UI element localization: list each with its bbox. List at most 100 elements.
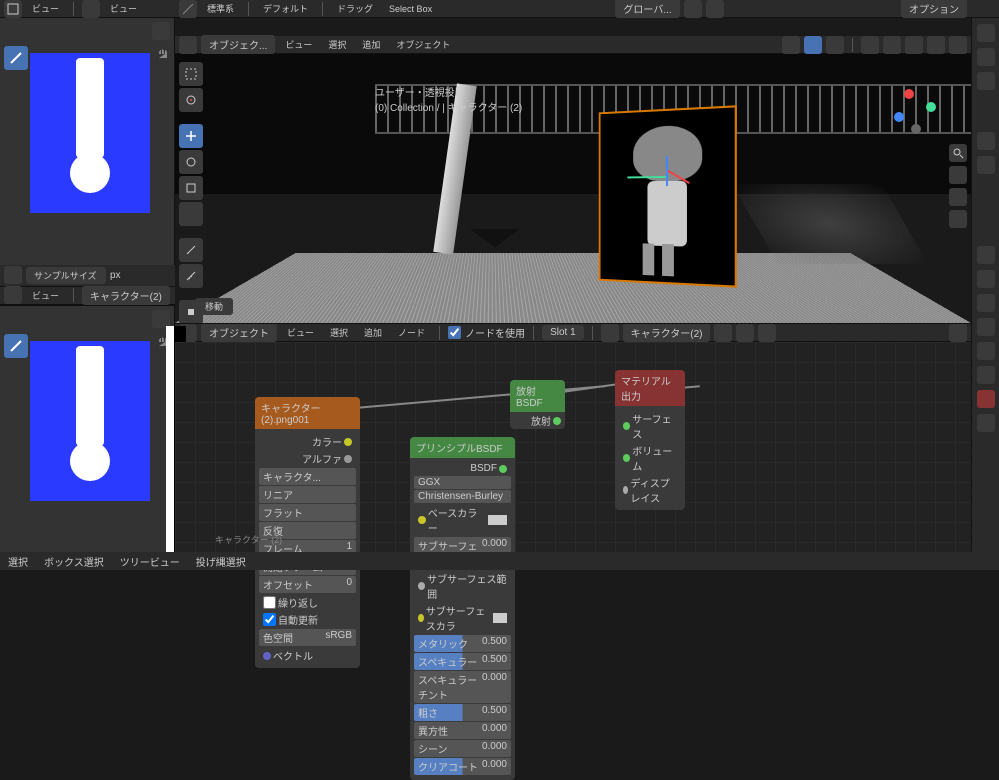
editor-type-icon-3[interactable] xyxy=(4,286,22,304)
image-selector[interactable]: キャラクター(2) xyxy=(82,286,170,305)
mat-unlink-icon[interactable] xyxy=(758,324,776,342)
tab-particle-icon[interactable] xyxy=(977,294,995,312)
zoom-icon[interactable] xyxy=(949,144,967,162)
hand-icon[interactable] xyxy=(156,46,170,63)
camera-view-icon[interactable] xyxy=(949,188,967,206)
select-vis-icon[interactable] xyxy=(782,36,800,54)
menu-view2[interactable]: ビュー xyxy=(104,0,143,17)
tool-select[interactable] xyxy=(179,62,203,86)
mat-new-icon[interactable] xyxy=(714,324,732,342)
tab-output-icon[interactable] xyxy=(977,48,995,66)
bsdf-aniso[interactable]: 異方性0.000 xyxy=(414,722,511,739)
mat-copy-icon[interactable] xyxy=(736,324,754,342)
tex-auto[interactable] xyxy=(263,613,276,626)
shading-matprev-icon[interactable] xyxy=(927,36,945,54)
tool-annotate[interactable] xyxy=(179,238,203,262)
tab-physics-icon[interactable] xyxy=(977,318,995,336)
tab-material-icon[interactable] xyxy=(977,390,995,408)
output-header[interactable]: マテリアル出力 xyxy=(615,370,685,406)
reference-image-plane[interactable] xyxy=(599,105,737,287)
node-emission[interactable]: 放射BSDF 放射 xyxy=(510,380,565,429)
options-dropdown[interactable]: オプション xyxy=(901,0,967,18)
sample-size-field[interactable]: サンプルサイズ xyxy=(26,267,106,284)
overlay-icon[interactable] xyxy=(826,36,844,54)
xray-icon[interactable] xyxy=(861,36,879,54)
node-node[interactable]: ノード xyxy=(392,324,431,341)
bsdf-clearcoat[interactable]: クリアコート0.000 xyxy=(414,758,511,775)
emission-header[interactable]: 放射BSDF xyxy=(510,380,565,412)
menu-view-3[interactable]: ビュー xyxy=(26,287,65,304)
node-material-output[interactable]: マテリアル出力 サーフェス ボリューム ディスプレイス xyxy=(615,370,685,510)
node-tex-header[interactable]: キャラクター (2).png001 xyxy=(255,397,360,429)
viewport-editor-icon[interactable] xyxy=(179,36,197,54)
tab-data-icon[interactable] xyxy=(977,366,995,384)
selectbox-menu[interactable]: Select Box xyxy=(383,2,438,16)
pan-hand-icon[interactable] xyxy=(949,166,967,184)
tab-modifier-icon[interactable] xyxy=(977,270,995,288)
gizmo-vis-icon[interactable] xyxy=(804,36,822,54)
shading-solid-icon[interactable] xyxy=(905,36,923,54)
slot-dropdown[interactable]: Slot 1 xyxy=(542,325,584,340)
shading-rendered-icon[interactable] xyxy=(949,36,967,54)
tab-scene-icon[interactable] xyxy=(977,132,995,150)
tab-view-icon[interactable] xyxy=(977,72,995,90)
mode-dropdown[interactable]: オブジェク... xyxy=(201,35,275,54)
drag-menu[interactable]: ドラッグ xyxy=(331,0,379,17)
corner-icon[interactable] xyxy=(179,0,197,18)
node-editor[interactable]: キャラクター (2).png001 カラー アルファ キャラクタ... リニア … xyxy=(175,342,971,552)
bsdf-sheen[interactable]: シーン0.000 xyxy=(414,740,511,757)
tex-interp[interactable]: リニア xyxy=(259,486,356,503)
tex-cyclic[interactable] xyxy=(263,596,276,609)
use-nodes-checkbox[interactable] xyxy=(448,326,461,339)
default-dropdown[interactable]: デフォルト xyxy=(257,0,314,17)
bsdf-chris[interactable]: Christensen-Burley xyxy=(414,490,511,503)
tab-constraint-icon[interactable] xyxy=(977,342,995,360)
tool-move[interactable] xyxy=(179,124,203,148)
bsdf-rough[interactable]: 粗さ0.500 xyxy=(414,704,511,721)
vp-select[interactable]: 選択 xyxy=(322,36,352,53)
uv-editor-top[interactable] xyxy=(0,18,175,265)
vp-object[interactable]: オブジェクト xyxy=(390,36,456,53)
pin-icon[interactable] xyxy=(949,324,967,342)
node-select[interactable]: 選択 xyxy=(324,324,354,341)
node-mode[interactable]: オブジェクト xyxy=(201,323,277,342)
uv-editor-bottom[interactable] xyxy=(0,305,175,553)
menu-view[interactable]: ビュー xyxy=(26,0,65,17)
snap-icon[interactable] xyxy=(684,0,702,18)
tab-render-icon[interactable] xyxy=(977,24,995,42)
gizmo-toggle-icon[interactable] xyxy=(152,22,170,40)
prop-edit-icon[interactable] xyxy=(706,0,724,18)
node-view[interactable]: ビュー xyxy=(281,324,320,341)
nav-gizmo[interactable] xyxy=(886,84,946,144)
tab-texture-icon[interactable] xyxy=(977,414,995,432)
pivot-icon[interactable] xyxy=(82,0,100,18)
editor-type-icon[interactable] xyxy=(4,0,22,18)
coord-system[interactable]: 標準系 xyxy=(201,0,240,17)
tex-proj[interactable]: フラット xyxy=(259,504,356,521)
tex-image-field[interactable]: キャラクタ... xyxy=(259,468,356,485)
editor-type-icon-2[interactable] xyxy=(4,266,22,284)
tex-colorspace[interactable]: 色空間sRGB xyxy=(259,629,356,646)
uv-image-canvas-2[interactable] xyxy=(30,341,150,501)
bsdf-header[interactable]: プリンシプルBSDF xyxy=(410,437,515,458)
tool-scale[interactable] xyxy=(179,176,203,200)
tool-sample[interactable] xyxy=(4,46,28,70)
node-add[interactable]: 追加 xyxy=(358,324,388,341)
node-principled-bsdf[interactable]: プリンシプルBSDF BSDF GGX Christensen-Burley ベ… xyxy=(410,437,515,780)
3d-viewport[interactable]: ユーザー・透視投影 (0) Collection / | キャラクター (2) xyxy=(175,54,971,324)
bsdf-ggx[interactable]: GGX xyxy=(414,476,511,489)
persp-ortho-icon[interactable] xyxy=(949,210,967,228)
orientation-dropdown[interactable]: グローバ... xyxy=(615,0,679,18)
tab-world-icon[interactable] xyxy=(977,156,995,174)
uv-image-canvas[interactable] xyxy=(30,53,150,213)
bsdf-metallic[interactable]: メタリック0.500 xyxy=(414,635,511,652)
tex-offset[interactable]: オフセット0 xyxy=(259,576,356,593)
vp-add[interactable]: 追加 xyxy=(356,36,386,53)
tool-cursor[interactable] xyxy=(179,88,203,112)
shading-wire-icon[interactable] xyxy=(883,36,901,54)
bsdf-spectint[interactable]: スペキュラーチント0.000 xyxy=(414,671,511,703)
tool-pill[interactable]: 移動 xyxy=(195,298,233,315)
tool-rotate[interactable] xyxy=(179,150,203,174)
material-selector[interactable]: キャラクター(2) xyxy=(623,323,711,342)
bsdf-specular[interactable]: スペキュラー0.500 xyxy=(414,653,511,670)
